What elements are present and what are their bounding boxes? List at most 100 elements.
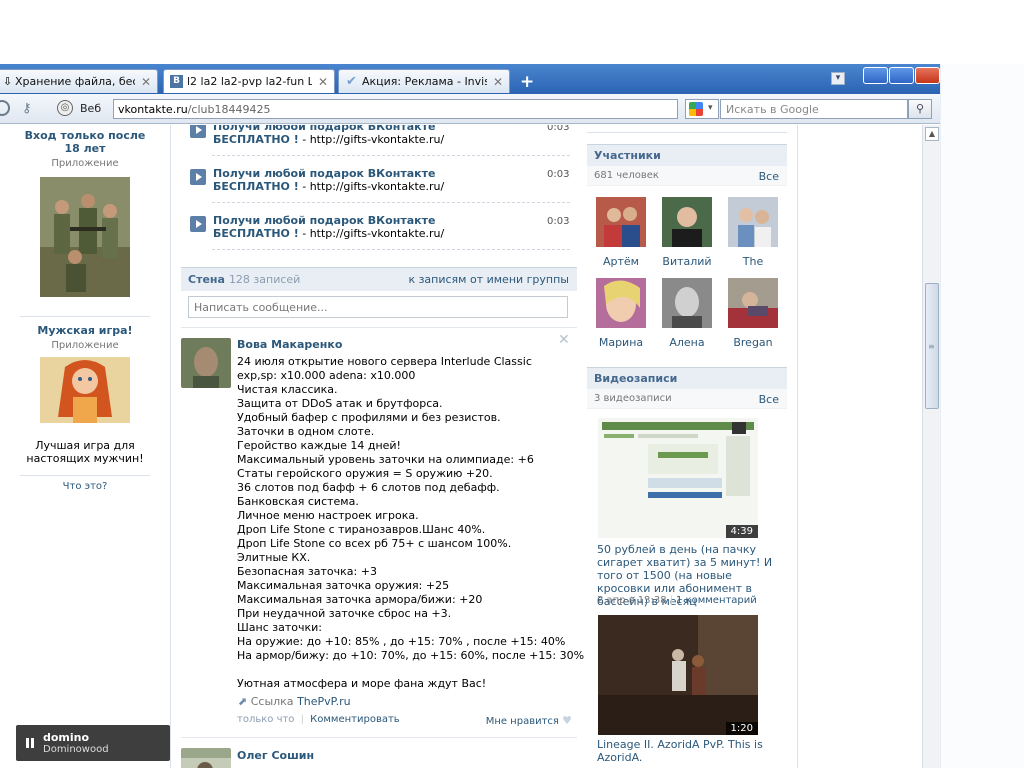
video-comments-link[interactable]: 1 комментарий	[676, 595, 757, 606]
close-icon[interactable]: ✕	[558, 332, 570, 348]
audio-title[interactable]: Получи любой подарок ВКонтакте	[213, 125, 533, 133]
what-is-this-link[interactable]: Что это?	[24, 481, 146, 492]
pause-icon[interactable]	[25, 738, 35, 748]
audio-subtitle-bold: БЕСПЛАТНО !	[213, 227, 299, 240]
wall-title[interactable]: Стена	[188, 273, 225, 286]
videos-all-link[interactable]: Все	[759, 393, 779, 406]
divider	[587, 125, 787, 133]
tab-list-icon[interactable]: ▾	[831, 72, 845, 85]
member-name: Артём	[603, 255, 639, 268]
web-label: Веб	[80, 102, 102, 115]
post-line: Элитные КХ.	[237, 551, 311, 564]
girl-app-image[interactable]	[40, 357, 130, 423]
divider	[212, 202, 570, 203]
url-path: /club18449425	[187, 103, 271, 116]
video-thumbnail[interactable]: 4:39	[598, 418, 758, 538]
avatar	[662, 197, 712, 247]
reload-icon[interactable]	[0, 100, 10, 116]
post-line: На оружие: до +10: 85% , до +15: 70% , п…	[237, 635, 566, 648]
group-posts-link[interactable]: к записям от имени группы	[408, 273, 569, 286]
post-author[interactable]: Вова Макаренко	[237, 338, 342, 351]
video-duration: 4:39	[725, 525, 758, 538]
member-item[interactable]: Алена	[659, 278, 715, 349]
app-title[interactable]: Вход только после 18 лет	[24, 129, 146, 155]
desktop-background	[0, 0, 1024, 64]
tab-close-icon[interactable]: ✕	[141, 75, 151, 89]
tab-close-icon[interactable]: ✕	[493, 75, 503, 89]
soldiers-app-image[interactable]	[40, 177, 130, 297]
audio-text: Получи любой подарок ВКонтакте БЕСПЛАТНО…	[213, 125, 533, 146]
close-window-button[interactable]	[915, 67, 940, 84]
post-line: Удобный бафер с профилями и без резистов…	[237, 411, 501, 424]
grip-icon: ≡	[928, 342, 935, 351]
scrollbar-thumb[interactable]: ≡	[925, 283, 939, 409]
play-icon[interactable]	[190, 125, 206, 138]
videos-header[interactable]: Видеозаписи	[587, 367, 787, 389]
video-title[interactable]: Lineage II. AzoridA PvP. This is AzoridA…	[597, 738, 782, 764]
audio-title[interactable]: Получи любой подарок ВКонтакте	[213, 214, 533, 227]
play-icon[interactable]	[190, 216, 206, 232]
maximize-button[interactable]	[889, 67, 914, 84]
avatar	[596, 278, 646, 328]
members-header[interactable]: Участники	[587, 144, 787, 166]
search-icon[interactable]: ⚲	[908, 99, 932, 119]
app-description: Лучшая игра для настоящих мужчин!	[26, 439, 144, 465]
post-attachment: ⬈ Ссылка ThePvP.ru	[238, 695, 351, 708]
audio-duration: 0:03	[547, 125, 570, 133]
key-icon[interactable]: ⚷	[22, 101, 32, 116]
video-duration: 1:20	[725, 722, 758, 735]
audio-subtitle-link: - http://gifts-vkontakte.ru/	[298, 180, 445, 193]
avatar	[728, 197, 778, 247]
avatar[interactable]	[181, 748, 231, 768]
media-notification[interactable]: domino Dominowood	[16, 725, 170, 761]
post-line: Геройство каждые 14 дней!	[237, 439, 401, 452]
member-item[interactable]: Виталий	[659, 197, 715, 268]
chevron-down-icon: ▾	[708, 103, 713, 113]
minimize-button[interactable]	[863, 67, 888, 84]
wall-header: Стена 128 записей к записям от имени груп…	[181, 267, 577, 291]
desktop-background-right	[940, 64, 1024, 768]
address-bar[interactable]: vkontakte.ru/club18449425	[113, 99, 678, 119]
member-item[interactable]: Артём	[593, 197, 649, 268]
vertical-scrollbar[interactable]: ▲ ≡	[922, 125, 940, 768]
post-line: Чистая классика.	[237, 383, 338, 396]
play-icon[interactable]	[190, 169, 206, 185]
post-line: Уютная атмосфера и море фана ждут Вас!	[237, 677, 487, 690]
members-all-link[interactable]: Все	[759, 170, 779, 183]
post-line: Максимальный уровень заточки на олимпиад…	[237, 453, 534, 466]
notification-subtitle: Dominowood	[43, 744, 109, 755]
avatar[interactable]	[181, 338, 231, 388]
separator: |	[300, 714, 304, 725]
comment-link[interactable]: Комментировать	[310, 714, 400, 725]
divider	[212, 155, 570, 156]
member-item[interactable]: Марина	[593, 278, 649, 349]
tab-vkontakte[interactable]: B l2 la2 la2-pvp la2-fun Lin... ✕	[163, 69, 335, 93]
post-line: Банковская система.	[237, 495, 359, 508]
video-thumbnail[interactable]: 1:20	[598, 615, 758, 735]
column-divider-left	[170, 125, 171, 768]
app-title[interactable]: Мужская игра!	[24, 324, 146, 337]
left-column: Вход только после 18 лет Приложение Мужс…	[20, 125, 150, 492]
message-input[interactable]: Написать сообщение...	[188, 296, 568, 318]
post-line: На армор/бижу: до +10: 70%, до +15: 60%,…	[237, 649, 585, 662]
window-controls	[862, 67, 940, 84]
separator: |	[669, 595, 673, 606]
tab-file-storage[interactable]: ⇩ Хранение файла, беспл... ✕	[0, 69, 158, 93]
avatar	[662, 278, 712, 328]
new-tab-button[interactable]: +	[520, 72, 534, 92]
search-engine-selector[interactable]: ▾	[685, 99, 719, 119]
tab-close-icon[interactable]: ✕	[318, 75, 328, 89]
attachment-link[interactable]: ThePvP.ru	[297, 695, 351, 708]
scroll-up-icon[interactable]: ▲	[925, 127, 939, 141]
video-preview-image	[598, 418, 758, 538]
tab-invisi[interactable]: ✔ Акция: Реклама - Invisi... ✕	[338, 69, 510, 93]
post-author[interactable]: Олег Сошин	[237, 749, 314, 762]
member-item[interactable]: Bregan	[725, 278, 781, 349]
post-footer: только что | Комментировать Мне нравится…	[237, 714, 572, 727]
post-line: Защита от DDoS атак и брутфорса.	[237, 397, 443, 410]
audio-title[interactable]: Получи любой подарок ВКонтакте	[213, 167, 533, 180]
member-item[interactable]: The	[725, 197, 781, 268]
globe-icon[interactable]: ◎	[57, 100, 73, 116]
search-input[interactable]: Искать в Google	[720, 99, 908, 119]
like-button[interactable]: Мне нравится ♥	[486, 714, 572, 727]
